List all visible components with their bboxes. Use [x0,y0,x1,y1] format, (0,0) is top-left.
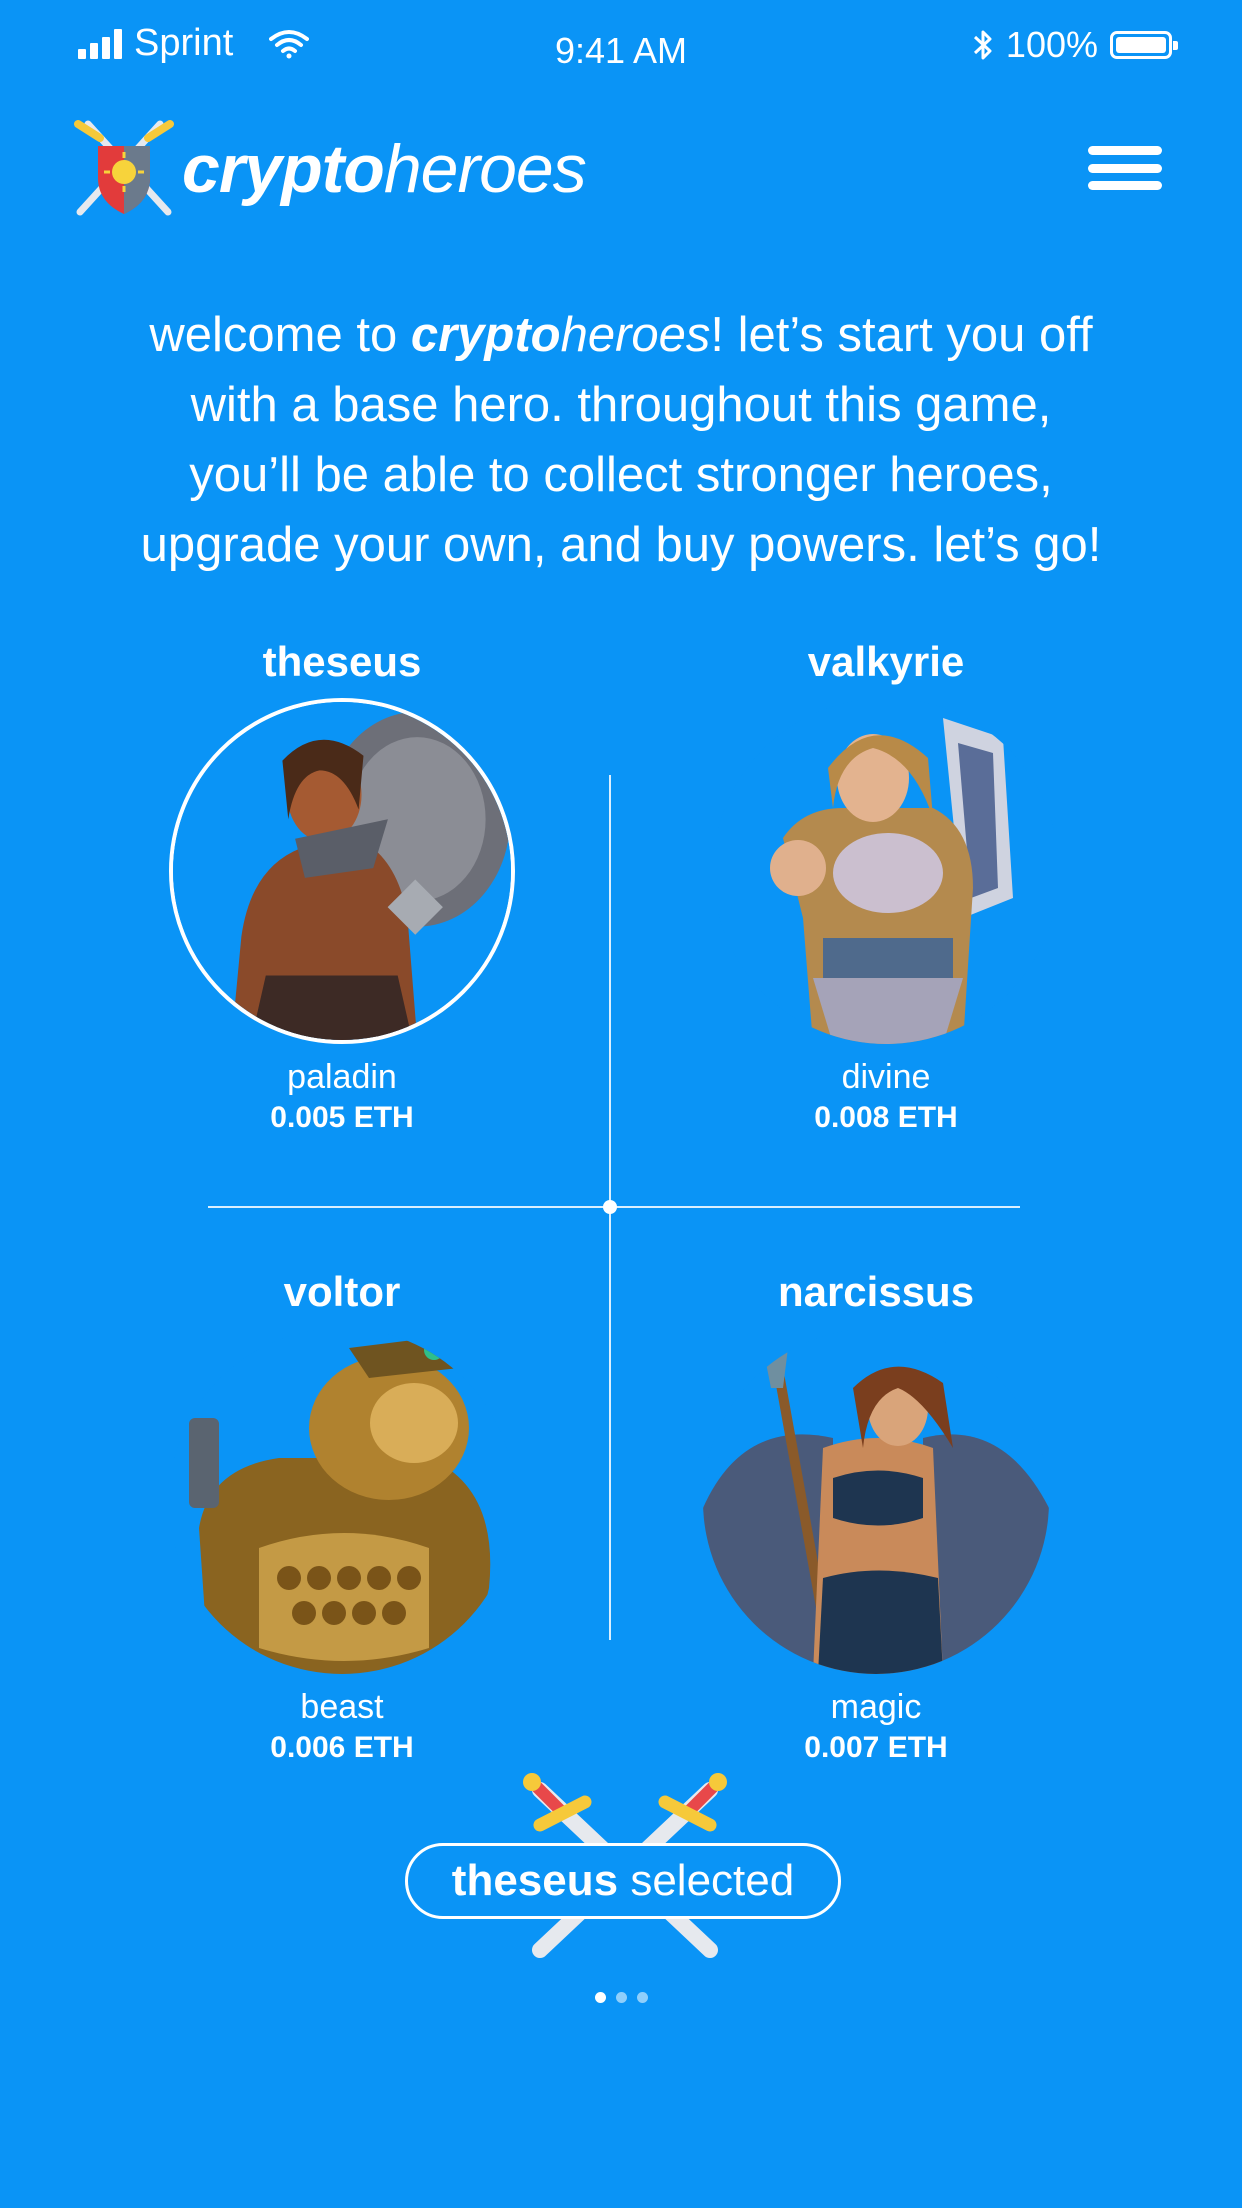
hero-card-narcissus[interactable]: narcissus magic 0.007 ETH [666,1262,1086,1765]
beast-portrait-icon [169,1328,515,1674]
hero-price: 0.007 ETH [804,1731,948,1764]
page-dot-3[interactable] [636,1992,648,2003]
hero-name: narcissus [777,1268,975,1315]
bluetooth-icon [973,30,992,60]
selected-hero-pill[interactable]: theseus selected [405,1843,841,1919]
selection-indicator: theseus selected [0,1770,1242,1970]
page-dot-1[interactable] [594,1992,606,2003]
app-header: cryptoheroes [0,108,1242,228]
hero-portrait-theseus[interactable] [169,698,515,1044]
hero-name: valkyrie [807,638,965,685]
battery-percent: 100% [1005,24,1098,65]
hero-portrait-voltor[interactable] [169,1328,515,1674]
hero-class: magic [830,1688,922,1726]
grid-divider-center-dot [603,1200,617,1214]
mage-portrait-icon [703,1328,1049,1674]
hero-card-voltor[interactable]: voltor beast 0.006 ETH [132,1262,552,1765]
hero-portrait-valkyrie[interactable] [713,698,1059,1044]
app-logo-text: cryptoheroes [182,130,587,208]
status-right: 100% [972,24,1178,66]
hero-price: 0.005 ETH [270,1101,414,1134]
intro-brand-italic: heroes [560,308,711,362]
intro-part1: welcome to [149,308,411,362]
selected-label: selected [618,1856,795,1905]
hero-class: divine [841,1058,931,1096]
hero-card-valkyrie[interactable]: valkyrie divine 0.008 ETH [676,632,1096,1135]
intro-brand-bold: crypto [410,308,561,362]
warrior-portrait-icon [173,702,511,1040]
page-dot-2[interactable] [615,1992,627,2003]
battery-icon [1110,31,1178,59]
valkyrie-portrait-icon [713,698,1059,1044]
logo-regular-part: heroes [383,131,587,207]
status-bar: Sprint 9:41 AM 100% [0,0,1242,100]
page-indicator [0,1992,1242,2003]
intro-text: welcome to cryptoheroes! let’s start you… [140,300,1102,580]
hero-card-theseus[interactable]: theseus paladin 0.005 ETH [132,632,552,1135]
selected-hero-name: theseus [451,1856,619,1905]
logo-crossed-swords-shield-icon [74,120,174,216]
hero-price: 0.006 ETH [270,1731,414,1764]
hero-portrait-narcissus[interactable] [703,1328,1049,1674]
hamburger-menu-icon[interactable] [1088,146,1162,190]
hero-class: beast [300,1688,384,1726]
hero-name: voltor [283,1268,401,1315]
logo-bold-part: crypto [182,131,385,207]
hero-name: theseus [262,638,422,685]
hero-price: 0.008 ETH [814,1101,958,1134]
hero-class: paladin [287,1058,397,1096]
